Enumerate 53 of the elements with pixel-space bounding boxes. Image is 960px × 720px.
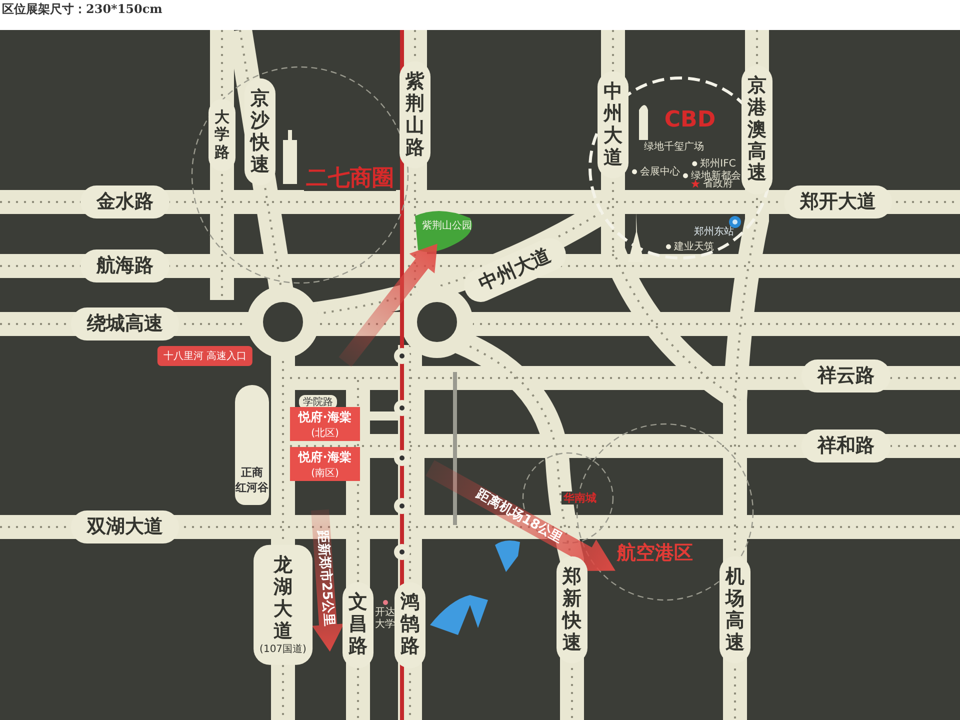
road-label: 文昌路 [342,582,374,668]
dot-icon [382,600,388,605]
road-label: 郑开大道 [784,186,892,218]
road-label: 鸿鹄路 [394,582,426,668]
road-label: 双湖大道 [71,510,179,544]
metro-station-icon [394,498,410,514]
highway-entrance-tag: 十八里河 高速入口 [157,346,253,366]
poi-label: 建业天筑 [674,241,714,253]
road-label: 绕城高速 [71,308,179,340]
star-icon [691,180,700,188]
page-title: 区位展架尺寸：230*150cm [2,1,162,18]
metro-station-icon [394,400,410,416]
metro-station-icon [394,544,410,560]
dot-icon [666,244,671,250]
district-label: 华南城 [562,492,598,504]
poi-label: 会展中心 [640,166,680,178]
poi-label: 绿地千玺广场 [644,141,704,153]
poi-label: 郑州东站 [694,226,734,238]
road-label: 龙湖大道 (107国道) [254,544,312,666]
station-icon [729,216,741,228]
road-label: 机场高速 [720,556,750,664]
road-label: 金水路 [80,186,170,218]
road-label: 大学路 [208,99,236,171]
project-zone: (北区) [311,426,339,440]
district-label: 航空港区 [615,542,695,564]
road-label: 京沙快速 [244,78,276,186]
project-zone: (南区) [311,466,339,480]
road-label: 郑新快速 [556,556,588,664]
project-name: 悦府·海棠 [298,408,352,426]
lake-shape [430,595,488,635]
road-label: 京港澳高速 [742,65,772,195]
road-label: 航海路 [80,250,170,282]
lake-shape [495,540,520,572]
tower-icon [639,105,648,140]
park-shape [415,211,472,252]
dot-icon [632,170,637,174]
project-name: 悦府·海棠 [298,448,352,466]
road-label: 祥云路 [802,360,890,392]
poi-label: 郑州IFC [700,158,736,170]
poi-label: 紫荆山公园 [422,220,472,232]
district-label: 二七商圈 [304,166,396,191]
place-label: 红河谷 [236,480,268,495]
road-label: 紫荆山路 [400,61,430,169]
distance-label: 距新郑市25公里 [314,530,336,627]
metro-station-icon [394,450,410,466]
metro-station-icon [394,348,410,364]
road-label: 祥和路 [802,430,890,462]
tower-icon [283,130,297,184]
place-label: 正商 [241,465,263,480]
dot-icon [692,162,698,166]
road-label: 中州大道 [598,71,628,179]
poi-label: 开达大学 [375,607,395,630]
dot-icon [683,174,688,178]
